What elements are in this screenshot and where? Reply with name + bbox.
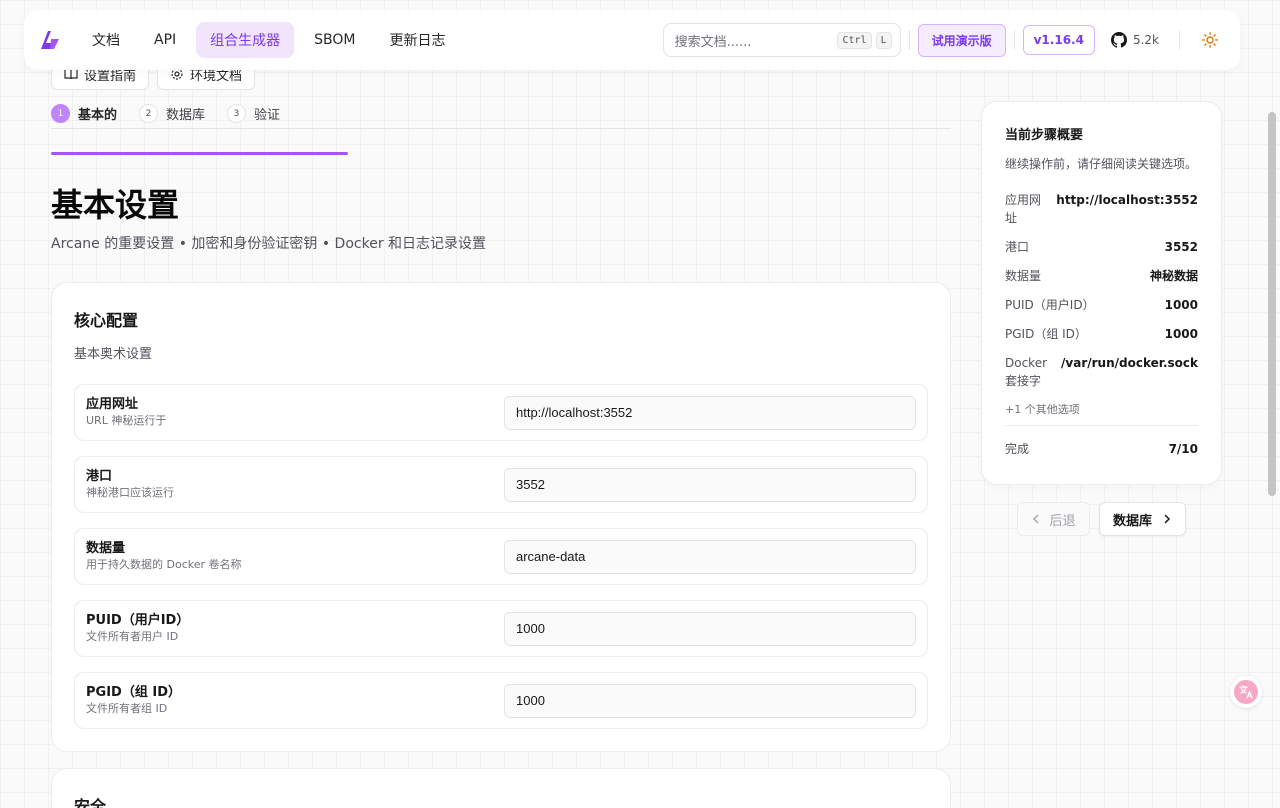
summary-key: 数据量	[1005, 269, 1042, 283]
puid-input[interactable]	[504, 611, 916, 646]
step-progress-bar	[51, 152, 348, 155]
field-puid: PUID（用户ID） 文件所有者用户 ID	[74, 600, 928, 657]
field-data-volume: 数据量 用于持久数据的 Docker 卷名称	[74, 528, 928, 585]
nav-right: 搜索文档...... Ctrl L 试用演示版 v1.16.4 5.2k	[662, 22, 1228, 58]
summary-value: /var/run/docker.sock	[1061, 356, 1198, 370]
card-description: 基本奥术设置	[74, 347, 153, 362]
step-label: 基本的	[78, 108, 118, 123]
nav-divider	[1013, 30, 1015, 50]
step-basic[interactable]: 1 基本的	[51, 104, 117, 123]
card-title: 安全	[74, 797, 107, 808]
summary-key: 港口	[1005, 240, 1030, 254]
core-config-card: 核心配置 基本奥术设置 应用网址 URL 神秘运行于 港口 神秘港口应该运行 数…	[51, 282, 951, 752]
step-number: 1	[51, 104, 70, 123]
nav-link-changelog[interactable]: 更新日志	[376, 22, 460, 58]
summary-value: 神秘数据	[1149, 269, 1198, 283]
summary-value: http://localhost:3552	[1056, 193, 1198, 207]
page-title: 基本设置	[51, 186, 180, 224]
summary-description: 继续操作前，请仔细阅读关键选项。	[1005, 157, 1198, 171]
field-label: 港口	[86, 469, 113, 484]
more-options-note: +1 个其他选项	[1005, 401, 1198, 426]
top-navbar: 文档 API 组合生成器 SBOM 更新日志 搜索文档...... Ctrl L…	[24, 10, 1240, 70]
github-link[interactable]: 5.2k	[1110, 32, 1159, 48]
nav-link-sbom[interactable]: SBOM	[300, 24, 369, 56]
nav-link-docs[interactable]: 文档	[78, 22, 134, 58]
summary-key: 应用网址	[1005, 193, 1042, 225]
nav-link-compose-generator[interactable]: 组合生成器	[196, 22, 295, 58]
summary-row: 应用网址 http://localhost:3552	[1005, 191, 1198, 227]
summary-row: Docker 套接字 /var/run/docker.sock	[1005, 354, 1198, 390]
nav-link-api[interactable]: API	[140, 24, 190, 56]
step-number: 2	[139, 104, 159, 123]
back-label: 后退	[1049, 513, 1076, 529]
completion-value: 7/10	[1168, 442, 1198, 456]
chevron-right-icon	[1164, 514, 1171, 524]
field-label: 应用网址	[86, 397, 139, 412]
field-hint: 用于持久数据的 Docker 卷名称	[86, 558, 242, 571]
summary-key: PUID（用户ID）	[1005, 298, 1095, 312]
field-hint: 文件所有者组 ID	[86, 702, 168, 715]
stepper: 1 基本的 2 数据库 3 验证	[51, 104, 280, 123]
field-hint: 文件所有者用户 ID	[86, 630, 179, 643]
completion-label: 完成	[1005, 442, 1030, 456]
step-label: 验证	[254, 108, 281, 123]
nav-divider	[908, 30, 910, 50]
field-app-url: 应用网址 URL 神秘运行于	[74, 384, 928, 441]
pgid-input[interactable]	[504, 683, 916, 718]
step-divider	[51, 128, 951, 129]
summary-row: PUID（用户ID） 1000	[1005, 296, 1198, 314]
step-number: 3	[227, 104, 247, 123]
field-pgid: PGID（组 ID） 文件所有者组 ID	[74, 672, 928, 729]
github-icon	[1110, 32, 1127, 48]
chevron-left-icon	[1033, 514, 1039, 524]
card-title: 核心配置	[74, 311, 139, 330]
summary-value: 3552	[1164, 240, 1198, 254]
summary-value: 1000	[1164, 298, 1198, 312]
summary-row: 数据量 神秘数据	[1005, 267, 1198, 285]
field-list: 应用网址 URL 神秘运行于 港口 神秘港口应该运行 数据量 用于持久数据的 D…	[74, 384, 928, 729]
version-badge[interactable]: v1.16.4	[1022, 25, 1095, 55]
kbd-ctrl: Ctrl	[837, 31, 872, 49]
translate-button[interactable]	[1230, 676, 1262, 708]
summary-row: PGID（组 ID） 1000	[1005, 325, 1198, 343]
security-card: 安全	[51, 768, 951, 808]
field-hint: URL 神秘运行于	[86, 414, 167, 427]
nav-divider	[1179, 30, 1180, 50]
back-button[interactable]: 后退	[1017, 502, 1090, 536]
next-label: 数据库	[1112, 513, 1152, 529]
summary-value: 1000	[1164, 327, 1198, 341]
search-input[interactable]: 搜索文档...... Ctrl L	[662, 23, 901, 57]
try-demo-button[interactable]: 试用演示版	[917, 23, 1006, 57]
summary-key: Docker 套接字	[1005, 356, 1048, 388]
port-input[interactable]	[504, 467, 916, 502]
field-label: PGID（组 ID）	[86, 685, 181, 700]
theme-toggle-button[interactable]	[1192, 22, 1228, 58]
search-placeholder: 搜索文档......	[674, 34, 752, 50]
field-label: 数据量	[86, 541, 126, 556]
summary-title: 当前步骤概要	[1005, 128, 1084, 143]
page-subtitle: Arcane 的重要设置 • 加密和身份验证密钥 • Docker 和日志记录设…	[51, 236, 487, 252]
page-scrollbar[interactable]	[1268, 112, 1276, 496]
step-database[interactable]: 2 数据库	[139, 104, 205, 123]
nav-links: 文档 API 组合生成器 SBOM 更新日志	[78, 22, 460, 58]
field-port: 港口 神秘港口应该运行	[74, 456, 928, 513]
summary-completion: 完成 7/10	[1005, 440, 1198, 458]
github-stars: 5.2k	[1132, 33, 1159, 47]
step-summary-panel: 当前步骤概要 继续操作前，请仔细阅读关键选项。 应用网址 http://loca…	[981, 101, 1222, 485]
translate-icon	[1234, 680, 1258, 704]
field-label: PUID（用户ID）	[86, 613, 190, 628]
summary-row: 港口 3552	[1005, 238, 1198, 256]
app-url-input[interactable]	[504, 395, 916, 430]
kbd-l: L	[875, 31, 892, 49]
sun-icon	[1202, 32, 1218, 48]
next-button[interactable]: 数据库	[1099, 502, 1186, 536]
field-hint: 神秘港口应该运行	[86, 486, 174, 499]
step-auth[interactable]: 3 验证	[227, 104, 280, 123]
summary-key: PGID（组 ID）	[1005, 327, 1087, 341]
data-volume-input[interactable]	[504, 539, 916, 574]
step-label: 数据库	[166, 108, 206, 123]
arcane-logo-icon[interactable]	[38, 28, 62, 52]
